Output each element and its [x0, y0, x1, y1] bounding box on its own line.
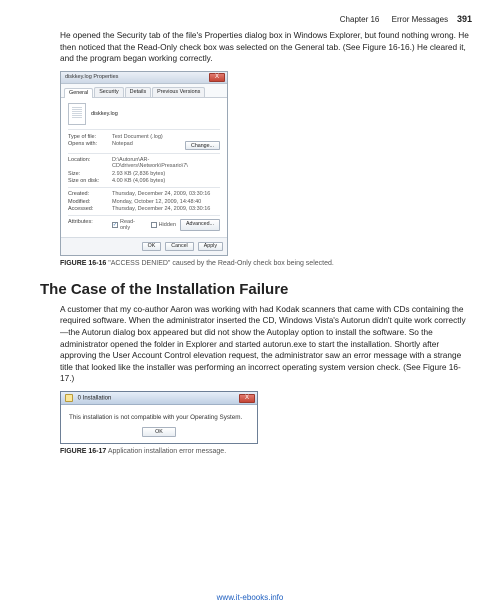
- tab-general[interactable]: General: [64, 88, 93, 98]
- size-on-disk-label: Size on disk:: [68, 178, 108, 184]
- caption-label: FIGURE 16-17: [60, 448, 106, 455]
- opens-with-value: Notepad: [112, 141, 181, 150]
- caption-text: Application installation error message.: [108, 448, 226, 455]
- hidden-label: Hidden: [159, 222, 176, 228]
- close-icon[interactable]: X: [209, 73, 225, 82]
- hidden-checkbox[interactable]: Hidden: [151, 222, 176, 228]
- installation-message: This installation is not compatible with…: [61, 405, 257, 429]
- caption-text: "ACCESS DENIED" caused by the Read-Only …: [108, 260, 334, 267]
- size-on-disk-value: 4.00 KB (4,096 bytes): [112, 178, 220, 184]
- installation-dialog: 0 Installation X This installation is no…: [60, 391, 258, 444]
- properties-tabs: General Security Details Previous Versio…: [61, 84, 227, 98]
- cancel-button[interactable]: Cancel: [165, 242, 194, 251]
- created-value: Thursday, December 24, 2009, 03:30:16: [112, 191, 220, 197]
- filename-field: diskkey.log: [91, 111, 118, 117]
- chapter-label: Chapter 16: [340, 15, 380, 24]
- tab-previous-versions[interactable]: Previous Versions: [152, 87, 205, 97]
- properties-titlebar: diskkey.log Properties X: [61, 72, 227, 84]
- location-label: Location:: [68, 157, 108, 169]
- properties-footer: OK Cancel Apply: [61, 237, 227, 255]
- tab-security[interactable]: Security: [94, 87, 123, 97]
- size-value: 2.93 KB (2,836 bytes): [112, 171, 220, 177]
- main-paragraph: A customer that my co-author Aaron was w…: [0, 304, 500, 385]
- tab-details[interactable]: Details: [125, 87, 151, 97]
- figure-16-16-caption: FIGURE 16-16 "ACCESS DENIED" caused by t…: [60, 260, 500, 267]
- properties-dialog: diskkey.log Properties X General Securit…: [60, 71, 228, 256]
- ok-button[interactable]: OK: [142, 242, 162, 251]
- change-button[interactable]: Change...: [185, 141, 220, 150]
- ok-button[interactable]: OK: [142, 427, 176, 437]
- modified-label: Modified:: [68, 199, 108, 205]
- size-label: Size:: [68, 171, 108, 177]
- close-icon[interactable]: X: [239, 394, 255, 403]
- document-icon: [68, 103, 86, 125]
- type-label: Type of file:: [68, 134, 108, 140]
- installation-titlebar: 0 Installation X: [61, 392, 257, 405]
- topic-label: Error Messages: [392, 15, 448, 24]
- advanced-button[interactable]: Advanced...: [180, 219, 220, 231]
- page-number: 391: [457, 14, 472, 24]
- figure-16-17: 0 Installation X This installation is no…: [60, 391, 500, 444]
- type-value: Text Document (.log): [112, 134, 220, 140]
- intro-paragraph: He opened the Security tab of the file's…: [0, 30, 500, 65]
- figure-16-17-caption: FIGURE 16-17 Application installation er…: [60, 448, 500, 455]
- footer: www.it-ebooks.info: [0, 593, 500, 602]
- accessed-value: Thursday, December 24, 2009, 03:30:16: [112, 206, 220, 212]
- section-heading: The Case of the Installation Failure: [40, 281, 500, 298]
- attributes-label: Attributes:: [68, 219, 108, 231]
- installer-icon: [65, 394, 73, 402]
- location-value: D:\Autorun\AR-CD\drivers\Network\Presari…: [112, 157, 220, 169]
- opens-with-label: Opens with:: [68, 141, 108, 150]
- figure-16-16: diskkey.log Properties X General Securit…: [60, 71, 500, 256]
- readonly-checkbox[interactable]: ✓Read-only: [112, 219, 145, 231]
- properties-body: diskkey.log Type of file: Text Document (…: [61, 98, 227, 237]
- created-label: Created:: [68, 191, 108, 197]
- accessed-label: Accessed:: [68, 206, 108, 212]
- apply-button[interactable]: Apply: [198, 242, 223, 251]
- readonly-label: Read-only: [120, 219, 145, 231]
- installation-title: 0 Installation: [78, 396, 112, 402]
- page-header: Chapter 16 Error Messages 391: [0, 0, 500, 30]
- footer-link[interactable]: www.it-ebooks.info: [217, 593, 284, 602]
- caption-label: FIGURE 16-16: [60, 260, 106, 267]
- modified-value: Monday, October 12, 2009, 14:48:40: [112, 199, 220, 205]
- properties-title: diskkey.log Properties: [65, 74, 118, 80]
